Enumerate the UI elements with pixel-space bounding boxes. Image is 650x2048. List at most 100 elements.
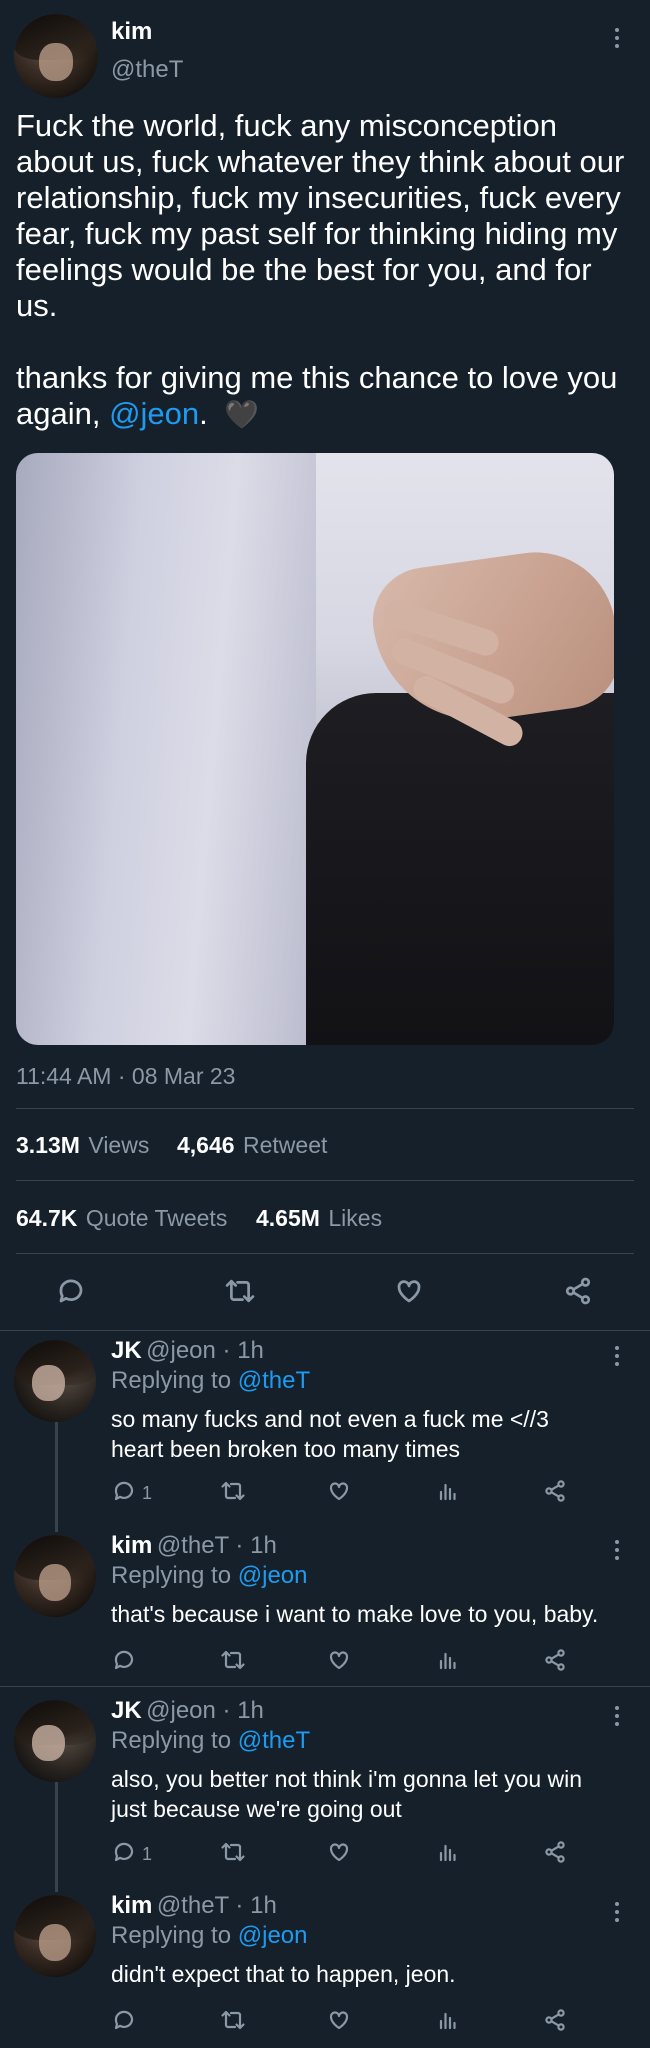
analytics-icon[interactable] [436, 1648, 460, 1672]
share-icon[interactable] [543, 2008, 567, 2032]
retweet-icon[interactable] [220, 1648, 246, 1672]
retweet-icon[interactable] [220, 1479, 246, 1503]
tweet-text-line: about us, fuck whatever they think about… [16, 144, 625, 179]
reply-header: JK @jeon · 1h [111, 1337, 264, 1365]
reply-header: JK @jeon · 1h [111, 1697, 264, 1725]
mention-link[interactable]: @jeon [109, 396, 199, 431]
reply-author-meta[interactable]: @theT · 1h [157, 1892, 277, 1919]
tweet-text-line: fear, fuck my past self for thinking hid… [16, 216, 618, 251]
reply-text-line: so many fucks and not even a fuck me <//… [111, 1406, 549, 1432]
reply-icon[interactable] [112, 2008, 136, 2032]
reply-author-name[interactable]: kim [111, 1892, 152, 1919]
likes-stat[interactable]: 4.65M Likes [256, 1205, 382, 1232]
divider [16, 1253, 634, 1254]
reply-author-name[interactable]: kim [111, 1532, 152, 1559]
more-icon[interactable] [614, 28, 620, 52]
more-icon[interactable] [614, 1706, 620, 1730]
reply-text-line: just because we're going out [111, 1796, 402, 1822]
retweet-icon[interactable] [224, 1276, 256, 1306]
analytics-icon[interactable] [436, 1840, 460, 1864]
tweet-text-segment: . [199, 396, 208, 431]
retweets-stat[interactable]: 4,646 Retweet [177, 1132, 327, 1159]
divider [0, 1686, 650, 1687]
analytics-icon[interactable] [436, 2008, 460, 2032]
replying-to-label: Replying to [111, 1367, 238, 1394]
more-icon[interactable] [614, 1540, 620, 1564]
quotes-count: 64.7K [16, 1205, 78, 1231]
thread-line [55, 1420, 58, 1532]
mention-link[interactable]: @theT [238, 1727, 310, 1754]
reply-icon[interactable] [112, 1479, 136, 1503]
mention-link[interactable]: @jeon [238, 1922, 308, 1949]
author-handle[interactable]: @theT [111, 56, 183, 84]
divider [16, 1108, 634, 1109]
like-icon[interactable] [327, 2008, 351, 2032]
reply-author-name[interactable]: JK [111, 1337, 142, 1364]
reply-text-line: that's because i want to make love to yo… [111, 1601, 599, 1627]
like-icon[interactable] [327, 1479, 351, 1503]
reply-text-line: also, you better not think i'm gonna let… [111, 1766, 583, 1792]
reply-author-meta[interactable]: @jeon · 1h [146, 1697, 264, 1724]
tweet-text: Fuck the world, fuck any misconception a… [16, 108, 640, 433]
replying-to: Replying to @theT [111, 1367, 310, 1395]
reply-count: 1 [142, 1483, 153, 1503]
tweet-text-segment: again, [16, 396, 110, 431]
reply-avatar[interactable] [14, 1340, 96, 1422]
retweets-count: 4,646 [177, 1132, 235, 1158]
analytics-icon[interactable] [436, 1479, 460, 1503]
views-count: 3.13M [16, 1132, 80, 1158]
reply-header: kim @theT · 1h [111, 1532, 277, 1560]
tweet-text-line: again, @jeon. 🖤 [16, 396, 640, 433]
replying-to: Replying to @jeon [111, 1922, 308, 1950]
reply-text: so many fucks and not even a fuck me <//… [111, 1404, 549, 1464]
reply-text-line: didn't expect that to happen, jeon. [111, 1961, 456, 1987]
replying-to: Replying to @jeon [111, 1562, 308, 1590]
reply-icon[interactable] [56, 1276, 86, 1306]
likes-label: Likes [328, 1205, 383, 1231]
retweet-icon[interactable] [220, 1840, 246, 1864]
views-stat: 3.13M Views [16, 1132, 149, 1159]
share-icon[interactable] [543, 1840, 567, 1864]
tweet-text-line: relationship, fuck my insecurities, fuck… [16, 180, 621, 215]
tweet-photo[interactable] [16, 453, 614, 1045]
tweet-text-line: feelings would be the best for you, and … [16, 252, 592, 287]
like-icon[interactable] [327, 1840, 351, 1864]
quotes-label: Quote Tweets [85, 1205, 228, 1231]
reply-avatar[interactable] [14, 1895, 96, 1977]
mention-link[interactable]: @jeon [238, 1562, 308, 1589]
retweets-label: Retweet [243, 1132, 328, 1158]
tweet-text-line: Fuck the world, fuck any misconception [16, 108, 558, 143]
reply-avatar[interactable] [14, 1535, 96, 1617]
more-icon[interactable] [614, 1346, 620, 1370]
divider [16, 1180, 634, 1181]
share-icon[interactable] [563, 1276, 593, 1306]
tweet-text-line: us. [16, 288, 58, 323]
reply-author-meta[interactable]: @theT · 1h [157, 1532, 277, 1559]
reply-icon[interactable] [112, 1840, 136, 1864]
replying-to: Replying to @theT [111, 1727, 310, 1755]
thread-line [55, 1780, 58, 1892]
mention-link[interactable]: @theT [238, 1367, 310, 1394]
reply-avatar[interactable] [14, 1700, 96, 1782]
like-icon[interactable] [394, 1276, 424, 1306]
author-avatar[interactable] [14, 14, 98, 98]
black-heart-emoji: 🖤 [224, 399, 260, 430]
more-icon[interactable] [614, 1902, 620, 1926]
quotes-stat[interactable]: 64.7K Quote Tweets [16, 1205, 227, 1232]
like-icon[interactable] [327, 1648, 351, 1672]
tweet-timestamp[interactable]: 11:44 AM · 08 Mar 23 [16, 1063, 235, 1090]
likes-count: 4.65M [256, 1205, 320, 1231]
reply-author-meta[interactable]: @jeon · 1h [146, 1337, 264, 1364]
reply-icon[interactable] [112, 1648, 136, 1672]
reply-author-name[interactable]: JK [111, 1697, 142, 1724]
share-icon[interactable] [543, 1648, 567, 1672]
share-icon[interactable] [543, 1479, 567, 1503]
replying-to-label: Replying to [111, 1727, 238, 1754]
reply-text: also, you better not think i'm gonna let… [111, 1764, 582, 1824]
replying-to-label: Replying to [111, 1562, 238, 1589]
reply-count: 1 [142, 1844, 153, 1864]
author-name[interactable]: kim [111, 18, 152, 46]
divider [0, 1330, 650, 1331]
retweet-icon[interactable] [220, 2008, 246, 2032]
reply-text: that's because i want to make love to yo… [111, 1599, 598, 1629]
